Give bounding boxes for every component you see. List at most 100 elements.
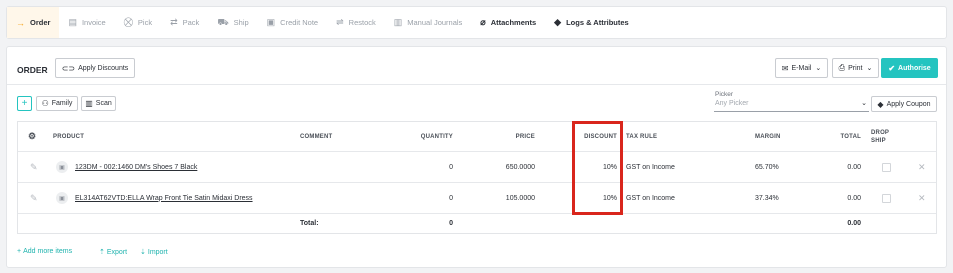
remove-row-icon[interactable]: ✕	[918, 152, 926, 182]
total-cell: 0.00	[847, 163, 861, 171]
price-cell[interactable]: 650.0000	[488, 152, 535, 182]
plus-icon: +	[17, 248, 22, 255]
pick-icon: ⛒	[123, 17, 133, 27]
drop-ship-checkbox[interactable]	[882, 152, 891, 182]
quantity-cell[interactable]: 0	[393, 183, 453, 213]
email-label: E-Mail	[791, 64, 812, 72]
arrow-right-icon: →	[16, 17, 25, 28]
tab-credit-note[interactable]: ▣ Credit Note	[258, 7, 327, 38]
import-link[interactable]: ⇣ Import	[140, 248, 168, 257]
add-line-button[interactable]: +	[17, 96, 32, 111]
tab-ship[interactable]: ⛟ Ship	[208, 7, 257, 38]
add-more-items-link[interactable]: + Add more items	[17, 248, 72, 255]
tab-invoice[interactable]: ▤ Invoice	[59, 7, 114, 38]
edit-pencil-icon[interactable]: ✎	[30, 152, 38, 182]
divider	[7, 84, 946, 85]
pack-icon: ⇄	[170, 17, 178, 27]
apply-discounts-button[interactable]: ⊂⊃ Apply Discounts	[55, 58, 135, 78]
tab-manual-journals[interactable]: ▥ Manual Journals	[385, 7, 472, 38]
import-label: Import	[147, 248, 168, 256]
chevron-down-icon: ⌄	[866, 65, 873, 72]
chevron-down-icon: ⌄	[861, 100, 867, 107]
family-button[interactable]: ⚇ Family	[36, 96, 78, 111]
tab-bar: → Order ▤ Invoice ⛒ Pick ⇄ Pack ⛟ Ship ▣ Credi…	[6, 6, 947, 39]
col-margin: MARGIN	[755, 133, 781, 140]
col-quantity: QUANTITY	[420, 133, 453, 140]
checkbox-box	[882, 193, 891, 203]
col-product: PRODUCT	[53, 133, 85, 140]
export-link[interactable]: ⇡ Export	[99, 248, 128, 257]
family-icon: ⚇	[41, 99, 49, 108]
product-thumbnail: ▣	[56, 183, 68, 213]
product-link[interactable]: 123DM - 002:1460 DM's Shoes 7 Black	[75, 152, 197, 182]
tab-label: Order	[30, 18, 51, 27]
tab-label: Manual Journals	[407, 18, 463, 27]
settings-gear-icon[interactable]: ⚙	[28, 122, 36, 151]
table-row: ✎ ▣ 123DM - 002:1460 DM's Shoes 7 Black …	[18, 152, 936, 183]
check-circle-icon: ✔	[888, 63, 896, 73]
print-button[interactable]: ⎙ Print ⌄	[832, 58, 879, 78]
tab-pick[interactable]: ⛒ Pick	[115, 7, 161, 38]
margin-cell: 37.34%	[755, 194, 779, 202]
col-drop-ship-line1: DROP	[871, 129, 890, 136]
product-link[interactable]: EL314AT62VTD:ELLA Wrap Front Tie Satin M…	[75, 183, 253, 213]
tab-label: Attachments	[490, 18, 537, 27]
tax-rule-cell[interactable]: GST on Income	[626, 152, 675, 182]
order-lines-table: ⚙ PRODUCT COMMENT QUANTITY PRICE DISCOUN…	[17, 121, 937, 234]
image-placeholder-icon: ▣	[56, 192, 68, 204]
table-header: ⚙ PRODUCT COMMENT QUANTITY PRICE DISCOUN…	[18, 122, 936, 152]
tab-attachments[interactable]: ⌀ Attachments	[471, 7, 545, 38]
export-icon: ⇡	[99, 249, 105, 256]
col-total: TOTAL	[840, 133, 861, 140]
apply-coupon-button[interactable]: ◆ Apply Coupon	[871, 96, 937, 112]
credit-note-icon: ▣	[266, 17, 276, 27]
apply-coupon-label: Apply Coupon	[886, 100, 931, 108]
discount-tag-icon: ⊂⊃	[61, 63, 76, 73]
chevron-down-icon: ⌄	[815, 65, 822, 72]
tab-restock[interactable]: ⇌ Restock	[327, 7, 385, 38]
paperclip-icon: ⌀	[480, 17, 486, 27]
scan-label: Scan	[95, 100, 112, 107]
invoice-icon: ▤	[68, 17, 77, 27]
apply-discounts-label: Apply Discounts	[78, 64, 129, 72]
price-cell[interactable]: 105.0000	[488, 183, 535, 213]
email-button[interactable]: ✉ E-Mail ⌄	[775, 58, 828, 78]
picker-select[interactable]: Picker Any Picker ⌄	[714, 91, 869, 112]
totals-row: Total: 0 0.00	[18, 214, 936, 233]
remove-row-icon[interactable]: ✕	[918, 183, 926, 213]
tag-icon: ◆	[554, 17, 562, 27]
scan-button[interactable]: ▥ Scan	[81, 96, 116, 111]
add-more-items-label: Add more items	[23, 248, 73, 255]
product-thumbnail: ▣	[56, 152, 68, 182]
family-label: Family	[51, 100, 73, 107]
tag-icon: ◆	[877, 99, 884, 109]
tab-label: Invoice	[81, 18, 106, 27]
total-cell: 0.00	[847, 194, 861, 202]
journal-icon: ▥	[393, 17, 403, 27]
totals-label: Total:	[300, 220, 319, 227]
tab-label: Logs & Attributes	[566, 18, 629, 27]
authorise-button[interactable]: ✔ Authorise	[881, 58, 938, 78]
export-label: Export	[106, 248, 128, 256]
totals-quantity: 0	[449, 220, 453, 227]
tax-rule-cell[interactable]: GST on Income	[626, 183, 675, 213]
tab-pack[interactable]: ⇄ Pack	[161, 7, 208, 38]
mail-icon: ✉	[781, 63, 789, 73]
edit-pencil-icon[interactable]: ✎	[30, 183, 38, 213]
quantity-cell[interactable]: 0	[393, 152, 453, 182]
ship-icon: ⛟	[217, 16, 229, 27]
tab-logs-attributes[interactable]: ◆ Logs & Attributes	[545, 7, 638, 38]
drop-ship-checkbox[interactable]	[882, 183, 891, 213]
picker-value: Any Picker	[715, 100, 749, 107]
tab-label: Restock	[348, 18, 376, 27]
order-title: ORDER	[17, 65, 48, 75]
image-placeholder-icon: ▣	[56, 161, 68, 173]
tab-label: Credit Note	[280, 18, 319, 27]
tab-label: Pick	[137, 18, 153, 27]
order-card: ORDER ⊂⊃ Apply Discounts ✉ E-Mail ⌄ ⎙ Print ⌄…	[6, 46, 947, 268]
tab-order[interactable]: → Order	[7, 7, 60, 38]
printer-icon: ⎙	[838, 63, 846, 72]
plus-icon: +	[21, 98, 28, 109]
totals-total: 0.00	[847, 220, 861, 227]
col-comment: COMMENT	[300, 133, 333, 140]
